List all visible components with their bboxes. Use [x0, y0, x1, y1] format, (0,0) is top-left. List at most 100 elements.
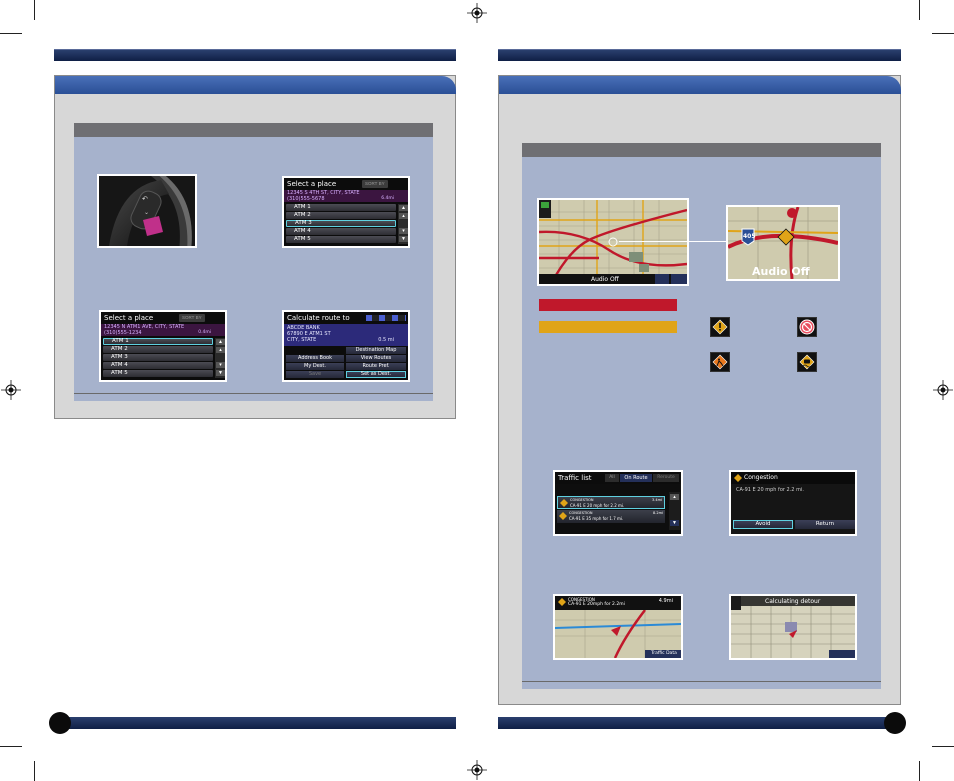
- congestion-icon: [558, 598, 566, 606]
- crop-mark: [919, 761, 920, 781]
- registration-mark-icon: [1, 380, 21, 400]
- item-type: CONGESTION: [569, 511, 593, 515]
- scroll-down-icon[interactable]: ▼: [670, 520, 679, 526]
- left-footer-bar: [54, 717, 456, 729]
- place-distance: 0.4mi: [198, 330, 211, 335]
- set-as-dest-button[interactable]: Set as Dest.: [346, 371, 406, 378]
- congestion-icon: [734, 474, 742, 482]
- tab-on-route[interactable]: On Route: [620, 474, 652, 482]
- registration-mark-icon: [467, 3, 487, 23]
- screen-title: Select a place: [101, 312, 225, 324]
- congestion-map-screen: CONGESTION CA-91 E 20mph for 2.2mi 4.9mi…: [553, 594, 683, 660]
- crop-mark: [932, 33, 954, 34]
- audio-status: Audio Off: [591, 276, 619, 283]
- route-pref-button[interactable]: Route Pref.: [346, 363, 406, 370]
- right-section-header: [499, 76, 901, 94]
- left-header-bar: [54, 49, 456, 61]
- item-type: CONGESTION: [570, 498, 594, 502]
- screen-title: Select a place: [284, 178, 408, 190]
- congestion-icon: [560, 499, 568, 507]
- crop-mark: [919, 0, 920, 20]
- sort-tag: SORT BY: [362, 180, 388, 188]
- list-item[interactable]: ATM 2: [103, 346, 213, 353]
- list-item[interactable]: ATM 3: [103, 354, 213, 361]
- detail-title: Congestion: [744, 474, 778, 481]
- audio-status: Audio Off: [752, 265, 810, 278]
- crop-mark: [34, 761, 35, 781]
- page-down-icon[interactable]: ▼: [399, 236, 408, 242]
- page-up-icon[interactable]: ▲: [216, 339, 225, 345]
- address-book-button[interactable]: Address Book: [286, 355, 344, 362]
- avoid-button[interactable]: Avoid: [733, 520, 793, 529]
- list-item[interactable]: ATM 3: [286, 220, 396, 227]
- weather-sign-icon: [797, 352, 817, 372]
- destination-map-button[interactable]: Destination Map: [346, 347, 406, 354]
- left-procedure-header: [74, 123, 433, 137]
- svg-text:↶: ↶: [142, 195, 148, 203]
- congestion-icon: [559, 512, 567, 520]
- detour-map-image: [731, 596, 855, 658]
- page-up-icon[interactable]: ▲: [399, 205, 408, 211]
- left-section-header: [55, 76, 456, 94]
- list-item[interactable]: ATM 2: [286, 212, 396, 219]
- svg-text:⌄: ⌄: [144, 209, 149, 216]
- procedure-footer-rule: [74, 393, 433, 401]
- dest-distance: 0.5 mi: [378, 337, 394, 343]
- traffic-map-screen: Audio Off: [537, 198, 689, 286]
- list-item[interactable]: ATM 4: [103, 362, 213, 369]
- construction-sign-icon: [710, 352, 730, 372]
- item-desc: CA-91 E 35 mph for 1.7 mi.: [569, 516, 624, 521]
- list-item[interactable]: CONGESTION CA-91 E 35 mph for 1.7 mi. 8.…: [557, 510, 665, 523]
- page-down-icon[interactable]: ▼: [216, 370, 225, 376]
- steering-controls-image: ↶ ⌄: [99, 176, 195, 246]
- banner-distance: 4.9mi: [658, 598, 673, 604]
- route-icons: [366, 315, 406, 321]
- page-number-badge-right: [884, 712, 906, 734]
- congestion-detail-screen: Congestion CA-91 E 20 mph for 2.2 mi. Av…: [729, 470, 857, 536]
- scrollbar[interactable]: ▲ ▴ ▾ ▼: [398, 204, 408, 244]
- save-button[interactable]: Save: [286, 371, 344, 378]
- traffic-data-button[interactable]: Traffic Data: [647, 650, 681, 658]
- sort-tag: SORT BY: [179, 314, 205, 322]
- scroll-down-icon[interactable]: ▾: [216, 362, 225, 368]
- item-desc: CA-91 E 20 mph for 2.2 mi.: [570, 503, 625, 508]
- list-item[interactable]: ATM 4: [286, 228, 396, 235]
- item-distance: 8.2mi: [653, 511, 663, 515]
- tab-reroute[interactable]: Reroute: [653, 474, 679, 482]
- detail-desc: CA-91 E 20 mph for 2.2 mi.: [736, 487, 804, 493]
- traffic-map-image: [539, 200, 687, 284]
- crop-mark: [34, 0, 35, 20]
- list-item[interactable]: ATM 5: [103, 370, 213, 377]
- list-item[interactable]: CONGESTION CA-91 E 20 mph for 2.2 mi. 3.…: [557, 496, 665, 509]
- return-button[interactable]: Return: [795, 520, 855, 529]
- traffic-map-zoom: 405 Audio Off: [726, 205, 840, 281]
- list-item[interactable]: ATM 5: [286, 236, 396, 243]
- select-place-screen-2: Select a place SORT BY 12345 N ATM1 AVE,…: [99, 310, 227, 382]
- view-routes-button[interactable]: View Routes: [346, 355, 406, 362]
- registration-mark-icon: [467, 760, 487, 780]
- list-item[interactable]: ATM 1: [286, 204, 396, 211]
- scrollbar[interactable]: ▴ ▼: [669, 492, 680, 530]
- registration-mark-icon: [933, 380, 953, 400]
- traffic-list-screen: Traffic list All On Route Reroute CONGES…: [553, 470, 683, 536]
- banner-desc: CA-91 E 20mph for 2.2mi: [568, 602, 625, 607]
- place-distance: 6.4mi: [381, 196, 394, 201]
- tab-all[interactable]: All: [605, 474, 619, 482]
- right-footer-bar: [498, 717, 901, 729]
- list-item[interactable]: ATM 1: [103, 338, 213, 345]
- no-entry-sign-icon: [797, 317, 817, 337]
- page-number-badge-left: [49, 712, 71, 734]
- highway-shield-number: 405: [743, 233, 756, 240]
- crop-mark: [932, 746, 954, 747]
- crop-mark: [0, 33, 22, 34]
- scroll-up-icon[interactable]: ▴: [399, 213, 408, 219]
- scroll-up-icon[interactable]: ▴: [216, 347, 225, 353]
- scrollbar[interactable]: ▲ ▴ ▾ ▼: [215, 338, 225, 378]
- procedure-footer-rule: [522, 681, 881, 689]
- detour-map-screen: Calculating detour: [729, 594, 857, 660]
- right-procedure-header: [522, 143, 881, 157]
- scroll-down-icon[interactable]: ▾: [399, 228, 408, 234]
- my-dest-button[interactable]: My Dest.: [286, 363, 344, 370]
- scroll-up-icon[interactable]: ▴: [670, 494, 679, 500]
- legend-red-bar: [539, 299, 677, 311]
